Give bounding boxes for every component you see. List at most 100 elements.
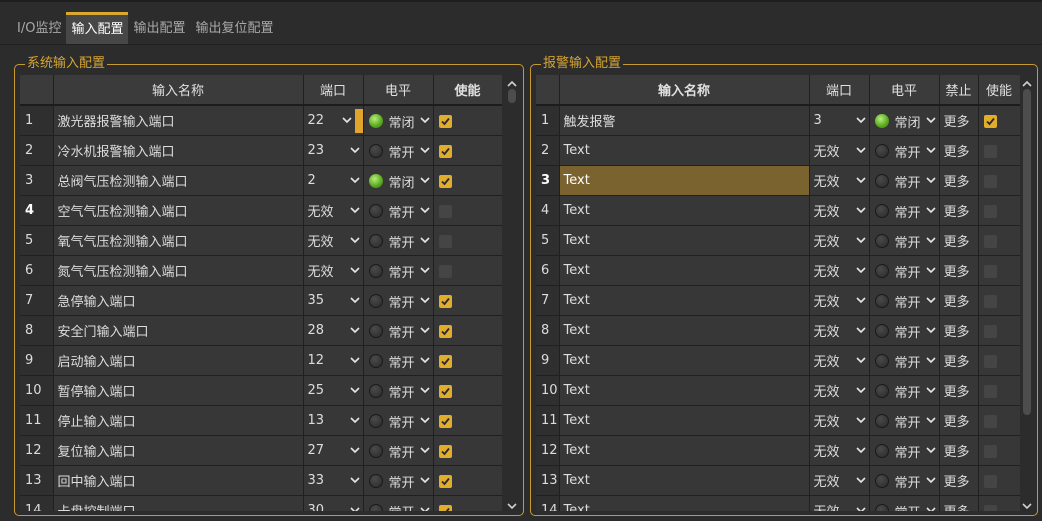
- chevron-down-icon[interactable]: [925, 265, 936, 275]
- port-select[interactable]: 27: [303, 435, 364, 466]
- chevron-down-icon[interactable]: [855, 235, 866, 245]
- more-button[interactable]: 更多: [939, 405, 979, 436]
- chevron-down-icon[interactable]: [925, 295, 936, 305]
- more-button[interactable]: 更多: [939, 105, 979, 136]
- header-enable[interactable]: 使能: [978, 75, 1020, 106]
- port-select[interactable]: 12: [303, 345, 364, 376]
- input-name-cell[interactable]: 空气气压检测输入端口: [53, 195, 304, 226]
- port-select[interactable]: 无效: [809, 465, 870, 496]
- level-select[interactable]: 常开: [363, 495, 434, 511]
- chevron-down-icon[interactable]: [855, 115, 866, 125]
- chevron-down-icon[interactable]: [341, 115, 352, 125]
- tab-input-config[interactable]: 输入配置: [66, 12, 129, 44]
- chevron-down-icon[interactable]: [925, 385, 936, 395]
- chevron-down-icon[interactable]: [349, 355, 360, 365]
- level-select[interactable]: 常开: [363, 195, 434, 226]
- chevron-down-icon[interactable]: [855, 415, 866, 425]
- input-name-cell[interactable]: Text: [559, 465, 810, 496]
- chevron-down-icon[interactable]: [855, 205, 866, 215]
- enable-checkbox[interactable]: [438, 234, 452, 248]
- system-row[interactable]: 4 空气气压检测输入端口 无效 常开: [20, 195, 502, 226]
- chevron-down-icon[interactable]: [419, 115, 430, 125]
- enable-checkbox[interactable]: [438, 144, 452, 158]
- chevron-down-icon[interactable]: [349, 385, 360, 395]
- enable-checkbox[interactable]: [438, 324, 452, 338]
- enable-checkbox[interactable]: [438, 294, 452, 308]
- enable-checkbox[interactable]: [438, 504, 452, 511]
- more-button[interactable]: 更多: [939, 135, 979, 166]
- system-row[interactable]: 13 回中输入端口 33 常开: [20, 465, 502, 496]
- enable-checkbox[interactable]: [438, 174, 452, 188]
- port-select[interactable]: 33: [303, 465, 364, 496]
- input-name-cell[interactable]: 启动输入端口: [53, 345, 304, 376]
- chevron-down-icon[interactable]: [855, 475, 866, 485]
- tab-output-config[interactable]: 输出配置: [128, 12, 190, 44]
- chevron-down-icon[interactable]: [419, 175, 430, 185]
- enable-checkbox[interactable]: [983, 264, 997, 278]
- level-select[interactable]: 常开: [869, 225, 940, 256]
- header-level[interactable]: 电平: [869, 75, 940, 106]
- scroll-down-icon[interactable]: [1021, 499, 1033, 510]
- alarm-row[interactable]: 7 Text 无效 常开 更多: [536, 285, 1020, 316]
- input-name-cell[interactable]: Text: [559, 495, 810, 511]
- input-name-cell[interactable]: 急停输入端口: [53, 285, 304, 316]
- scroll-up-icon[interactable]: [506, 77, 518, 87]
- input-name-cell[interactable]: 暂停输入端口: [53, 375, 304, 406]
- chevron-down-icon[interactable]: [349, 445, 360, 455]
- level-select[interactable]: 常开: [363, 405, 434, 436]
- level-select[interactable]: 常闭: [869, 105, 940, 136]
- level-select[interactable]: 常开: [869, 255, 940, 286]
- chevron-down-icon[interactable]: [855, 175, 866, 185]
- enable-checkbox[interactable]: [983, 354, 997, 368]
- scroll-thumb[interactable]: [1023, 89, 1031, 415]
- chevron-down-icon[interactable]: [855, 145, 866, 155]
- alarm-row[interactable]: 10 Text 无效 常开 更多: [536, 375, 1020, 406]
- level-select[interactable]: 常开: [869, 375, 940, 406]
- enable-checkbox[interactable]: [983, 384, 997, 398]
- chevron-down-icon[interactable]: [925, 475, 936, 485]
- chevron-down-icon[interactable]: [349, 265, 360, 275]
- port-select[interactable]: 无效: [809, 285, 870, 316]
- port-select[interactable]: 无效: [809, 405, 870, 436]
- more-button[interactable]: 更多: [939, 435, 979, 466]
- enable-checkbox[interactable]: [438, 264, 452, 278]
- level-select[interactable]: 常开: [869, 135, 940, 166]
- chevron-down-icon[interactable]: [419, 265, 430, 275]
- tab-io-monitor[interactable]: I/O监控: [12, 12, 66, 44]
- input-name-cell[interactable]: Text: [559, 345, 810, 376]
- more-button[interactable]: 更多: [939, 225, 979, 256]
- alarm-row[interactable]: 13 Text 无效 常开 更多: [536, 465, 1020, 496]
- port-select[interactable]: 无效: [809, 495, 870, 511]
- chevron-down-icon[interactable]: [419, 475, 430, 485]
- chevron-down-icon[interactable]: [349, 325, 360, 335]
- header-enable[interactable]: 使能: [433, 75, 502, 106]
- port-select[interactable]: 30: [303, 495, 364, 511]
- port-select[interactable]: 无效: [809, 345, 870, 376]
- system-row[interactable]: 2 冷水机报警输入端口 23 常开: [20, 135, 502, 166]
- chevron-down-icon[interactable]: [925, 445, 936, 455]
- port-select[interactable]: 无效: [809, 255, 870, 286]
- port-select[interactable]: 35: [303, 285, 364, 316]
- chevron-down-icon[interactable]: [419, 235, 430, 245]
- chevron-down-icon[interactable]: [349, 505, 360, 511]
- chevron-down-icon[interactable]: [419, 505, 430, 511]
- scroll-down-icon[interactable]: [506, 499, 518, 510]
- alarm-row[interactable]: 12 Text 无效 常开 更多: [536, 435, 1020, 466]
- chevron-down-icon[interactable]: [419, 325, 430, 335]
- input-name-cell[interactable]: 触发报警: [559, 105, 810, 136]
- port-select[interactable]: 3: [809, 105, 870, 136]
- more-button[interactable]: 更多: [939, 465, 979, 496]
- more-button[interactable]: 更多: [939, 285, 979, 316]
- port-select[interactable]: 2: [303, 165, 364, 196]
- chevron-down-icon[interactable]: [419, 205, 430, 215]
- enable-checkbox[interactable]: [983, 504, 997, 511]
- chevron-down-icon[interactable]: [349, 175, 360, 185]
- enable-checkbox[interactable]: [983, 444, 997, 458]
- level-select[interactable]: 常开: [869, 405, 940, 436]
- enable-checkbox[interactable]: [438, 474, 452, 488]
- chevron-down-icon[interactable]: [925, 145, 936, 155]
- input-name-cell[interactable]: 卡盘控制端口: [53, 495, 304, 511]
- chevron-down-icon[interactable]: [925, 175, 936, 185]
- level-select[interactable]: 常开: [869, 285, 940, 316]
- input-name-cell[interactable]: 停止输入端口: [53, 405, 304, 436]
